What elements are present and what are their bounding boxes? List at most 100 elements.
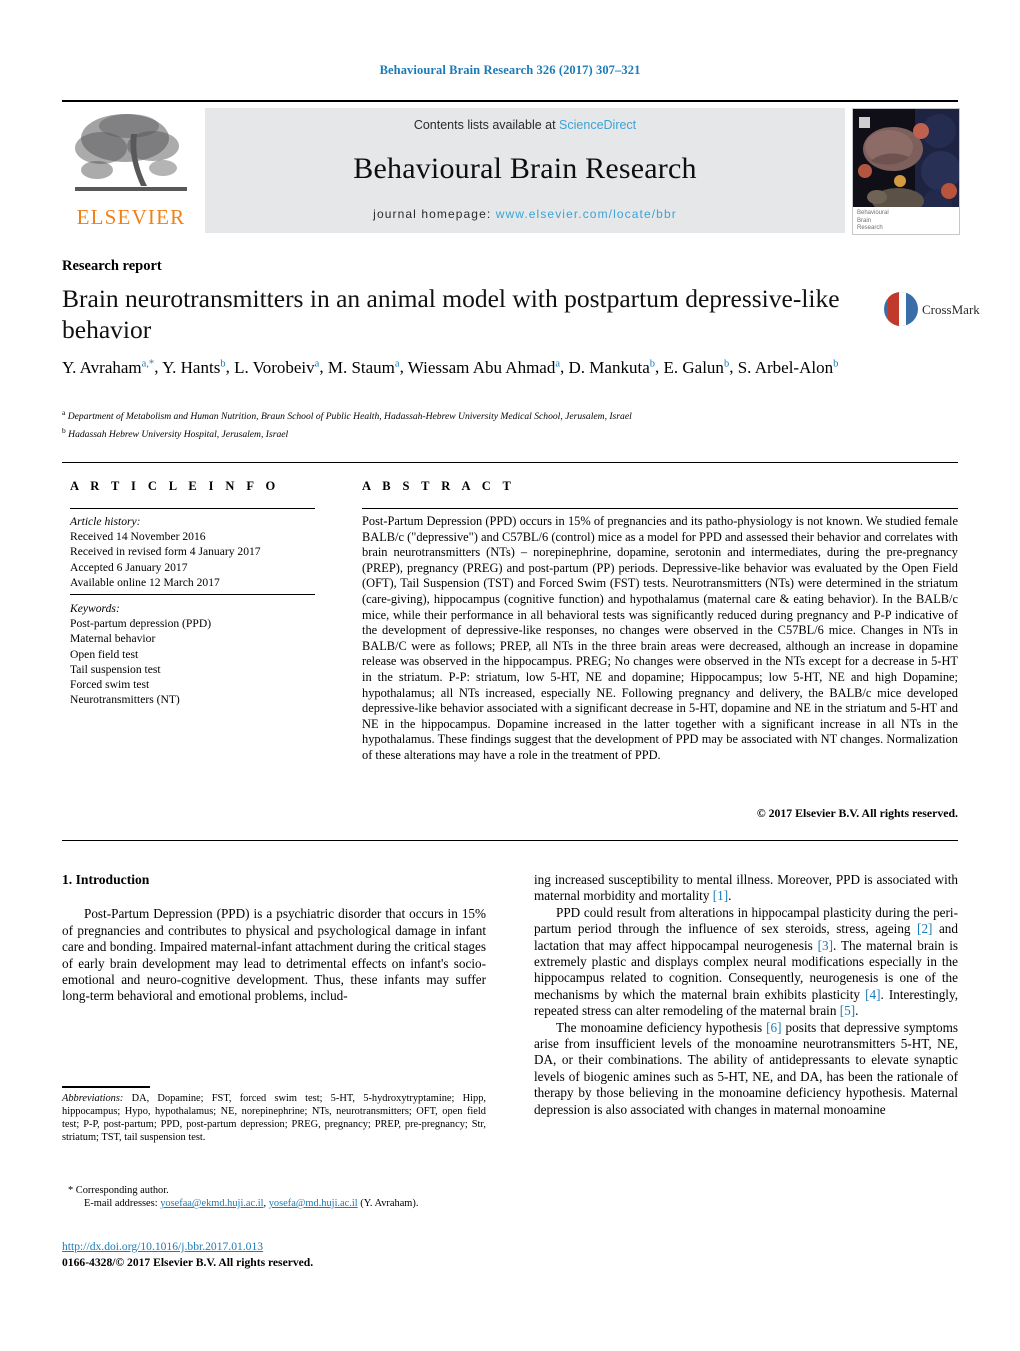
paragraph-intro-1-cont-text: ing increased susceptibility to mental i…	[534, 872, 958, 904]
citation-ref-5[interactable]: [5]	[840, 1003, 855, 1018]
author-affiliation-mark[interactable]: a	[315, 358, 320, 369]
author-name: E. Galunb	[663, 357, 730, 377]
corresponding-author-line: * Corresponding author.	[68, 1185, 169, 1196]
article-history-item: Received in revised form 4 January 2017	[70, 545, 261, 559]
masthead-top-rule	[62, 100, 958, 102]
keyword-item[interactable]: Post-partum depression (PPD)	[70, 616, 320, 631]
article-type-label: Research report	[62, 258, 162, 274]
abstract-section-top-rule	[62, 462, 958, 463]
cover-caption-line-1: Behavioural	[857, 210, 889, 216]
author-affiliation-mark[interactable]: b	[220, 358, 225, 369]
article-history-label: Article history:	[70, 515, 141, 528]
citation-ref-2[interactable]: [2]	[917, 921, 932, 936]
article-history-item: Available online 12 March 2017	[70, 575, 220, 589]
crossmark-icon	[884, 292, 918, 326]
article-info-rule-1	[70, 508, 315, 509]
p3-seg-a: The monoamine deficiency hypothesis	[556, 1019, 767, 1035]
body-top-rule	[62, 840, 958, 841]
article-history-item: Received 14 November 2016	[70, 530, 206, 544]
p2-seg-a: PPD could result from alterations in hip…	[534, 904, 958, 937]
article-history-item: Accepted 6 January 2017	[70, 560, 188, 574]
author-affiliation-mark[interactable]: a	[395, 358, 400, 369]
keyword-list: Keywords: Post-partum depression (PPD) Mat…	[70, 601, 320, 707]
cover-caption-line-3: Research	[857, 225, 883, 231]
abstract-text: Post-Partum Depression (PPD) occurs in 1…	[362, 514, 958, 762]
author-name: S. Arbel-Alonb	[737, 357, 839, 377]
running-head: Behavioural Brain Research 326 (2017) 30…	[379, 63, 641, 77]
author-affiliation-mark[interactable]: b	[833, 358, 838, 369]
keyword-item[interactable]: Maternal behavior	[70, 631, 320, 646]
body-column-left: 1. Introduction Post-Partum Depression (…	[62, 872, 486, 1005]
homepage-prefix: journal homepage:	[373, 207, 496, 221]
copyright-line: © 2017 Elsevier B.V. All rights reserved…	[756, 806, 958, 820]
email-label: E-mail addresses:	[84, 1198, 158, 1209]
author-name: Y. Avrahama,*	[62, 357, 155, 377]
email-line: E-mail addresses: yosefaa@ekmd.huji.ac.i…	[84, 1198, 419, 1209]
author-affiliation-mark[interactable]: b	[650, 358, 655, 369]
paragraph-intro-1: Post-Partum Depression (PPD) is a psychi…	[62, 906, 486, 1004]
article-history: Article history: Received 14 November 201…	[70, 514, 320, 590]
journal-cover-thumbnail[interactable]: Behavioural Brain Research	[852, 108, 960, 235]
author-name: Y. Hantsb	[162, 357, 226, 377]
doi-link[interactable]: http://dx.doi.org/10.1016/j.bbr.2017.01.…	[62, 1240, 263, 1253]
affiliation-item: a Department of Metabolism and Human Nut…	[62, 408, 632, 423]
issn-copyright-line: 0166-4328/© 2017 Elsevier B.V. All right…	[62, 1256, 314, 1269]
page-title: Brain neurotransmitters in an animal mod…	[62, 284, 840, 344]
keyword-item[interactable]: Tail suspension test	[70, 662, 320, 677]
email-link-1[interactable]: yosefaa@ekmd.huji.ac.il	[160, 1198, 263, 1209]
homepage-url-link[interactable]: www.elsevier.com/locate/bbr	[496, 207, 677, 221]
abstract-heading: A B S T R A C T	[362, 479, 516, 493]
contents-prefix: Contents lists available at	[413, 118, 560, 132]
email-link-2[interactable]: yosefa@md.huji.ac.il	[269, 1198, 358, 1209]
author-name: D. Mankutab	[568, 357, 655, 377]
p2-seg-e: .	[855, 1003, 859, 1019]
journal-title: Behavioural Brain Research	[353, 152, 697, 185]
abbreviations-text: DA, Dopamine; FST, forced swim test; 5-H…	[62, 1093, 486, 1143]
citation-ref-4[interactable]: [4]	[865, 987, 880, 1002]
keyword-item[interactable]: Neurotransmitters (NT)	[70, 692, 320, 707]
affiliation-item: b Hadassah Hebrew University Hospital, J…	[62, 425, 289, 440]
author-list: Y. Avrahama,*, Y. Hantsb, L. Vorobeiva, …	[62, 357, 839, 377]
crossmark-badge[interactable]: CrossMark	[884, 288, 980, 334]
paragraph-intro-3: The monoamine deficiency hypothesis [6] …	[534, 1020, 958, 1118]
abstract-rule	[362, 508, 958, 509]
abbreviations-label: Abbreviations:	[62, 1093, 124, 1104]
author-name: Wiessam Abu Ahmada	[407, 357, 561, 377]
abbreviations-footnote: Abbreviations: DA, Dopamine; FST, forced…	[62, 1092, 486, 1144]
paragraph-intro-2: PPD could result from alterations in hip…	[534, 905, 958, 1020]
article-info-heading: A R T I C L E I N F O	[70, 479, 280, 493]
affiliation-list: a Department of Metabolism and Human Nut…	[62, 406, 912, 441]
elsevier-logo[interactable]: ELSEVIER	[62, 108, 200, 234]
keywords-label: Keywords:	[70, 602, 120, 615]
journal-article-page: Behavioural Brain Research 326 (2017) 30…	[0, 0, 1020, 1351]
sciencedirect-link[interactable]: ScienceDirect	[559, 118, 636, 132]
keyword-item[interactable]: Open field test	[70, 647, 320, 662]
cover-caption-line-2: Brain	[857, 217, 872, 224]
author-affiliation-mark[interactable]: b	[724, 358, 729, 369]
author-name: L. Vorobeiva	[234, 357, 320, 377]
elsevier-tree-icon	[75, 114, 187, 191]
paragraph-intro-1-cont: ing increased susceptibility to mental i…	[534, 872, 958, 904]
author-affiliation-mark[interactable]: a,*	[142, 358, 155, 369]
cover-caption: Behavioural Brain Research	[853, 207, 959, 234]
citation-ref-6[interactable]: [6]	[766, 1020, 781, 1035]
body-column-right: ing increased susceptibility to mental i…	[534, 872, 958, 1118]
keyword-item[interactable]: Forced swim test	[70, 677, 320, 692]
crossmark-label: CrossMark	[922, 302, 980, 317]
journal-title-band: Contents lists available at ScienceDirec…	[205, 108, 845, 233]
citation-ref-1[interactable]: [1]	[713, 888, 728, 903]
email-attribution: (Y. Avraham).	[357, 1198, 419, 1209]
author-name: M. Stauma	[327, 357, 400, 377]
affiliation-mark: a	[62, 408, 66, 417]
citation-ref-3[interactable]: [3]	[818, 938, 833, 953]
journal-masthead: ELSEVIER Contents lists available at Sci…	[62, 100, 960, 235]
article-info-rule-2	[70, 594, 315, 595]
footnote-rule	[62, 1086, 150, 1088]
corresponding-author-footnote: * Corresponding author. E-mail addresses…	[62, 1184, 486, 1210]
contents-line: Contents lists available at ScienceDirec…	[205, 118, 845, 132]
author-affiliation-mark[interactable]: a	[555, 358, 560, 369]
elsevier-wordmark: ELSEVIER	[76, 205, 186, 229]
affiliation-mark: b	[62, 425, 66, 435]
section-heading-introduction: 1. Introduction	[62, 872, 150, 887]
journal-homepage-line: journal homepage: www.elsevier.com/locat…	[205, 207, 845, 221]
